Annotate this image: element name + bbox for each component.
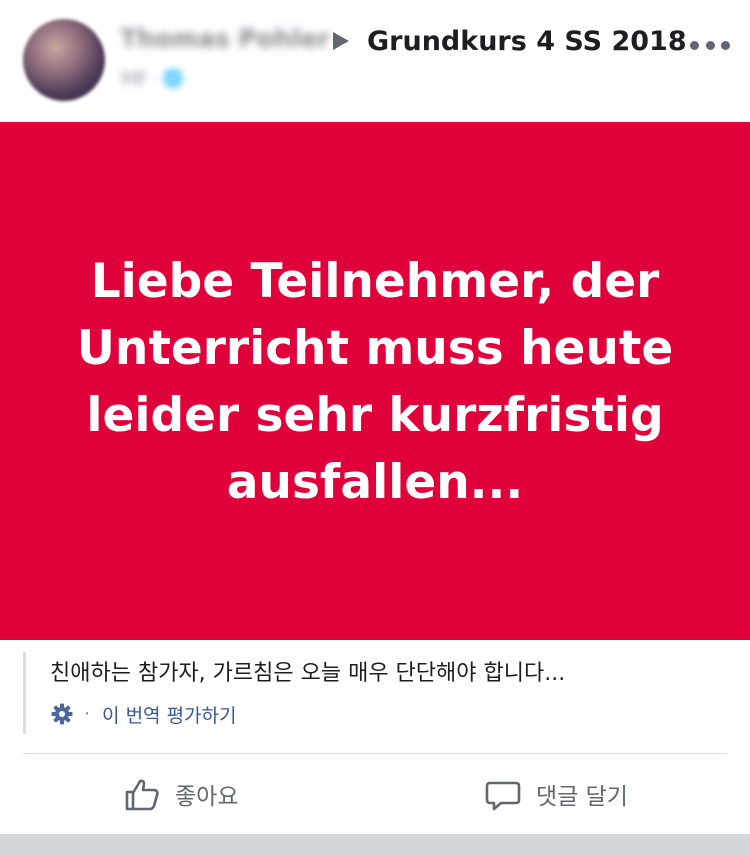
author-name[interactable]: Thomas Pohler <box>120 24 330 53</box>
comment-bubble-icon <box>485 781 521 811</box>
comment-label: 댓글 달기 <box>536 784 628 810</box>
feed-separator <box>0 834 750 856</box>
post-banner[interactable]: Liebe Teilnehmer, der Unterricht muss he… <box>0 122 750 640</box>
separator-dot: · <box>84 703 91 725</box>
banner-text: Liebe Teilnehmer, der Unterricht muss he… <box>76 254 674 510</box>
author-avatar[interactable] <box>23 19 105 101</box>
more-dot <box>705 40 715 50</box>
translation-block: 친애하는 참가자, 가르침은 오늘 매우 단단해야 합니다... · 이 번역 … <box>23 652 730 734</box>
like-button[interactable]: 좋아요 <box>123 768 238 820</box>
post-timestamp[interactable]: 9분 · 🌐 <box>120 64 184 89</box>
action-divider <box>23 753 727 754</box>
comment-button[interactable]: 댓글 달기 <box>484 768 628 820</box>
more-options-icon[interactable] <box>690 37 730 53</box>
group-name-link[interactable]: Grundkurs 4 SS 2018 <box>367 26 687 57</box>
thumbs-up-icon <box>125 779 159 811</box>
like-label: 좋아요 <box>175 784 239 810</box>
more-dot <box>690 40 699 50</box>
gear-icon[interactable] <box>50 702 74 726</box>
triangle-right-icon <box>333 32 349 50</box>
rate-translation-link[interactable]: 이 번역 평가하기 <box>102 701 236 728</box>
translation-rating-row: · 이 번역 평가하기 <box>50 700 237 728</box>
more-dot <box>721 40 730 50</box>
post-header: Thomas Pohler 9분 · 🌐 Grundkurs 4 SS 2018 <box>0 0 750 122</box>
translated-text: 친애하는 참가자, 가르침은 오늘 매우 단단해야 합니다... <box>50 661 566 686</box>
